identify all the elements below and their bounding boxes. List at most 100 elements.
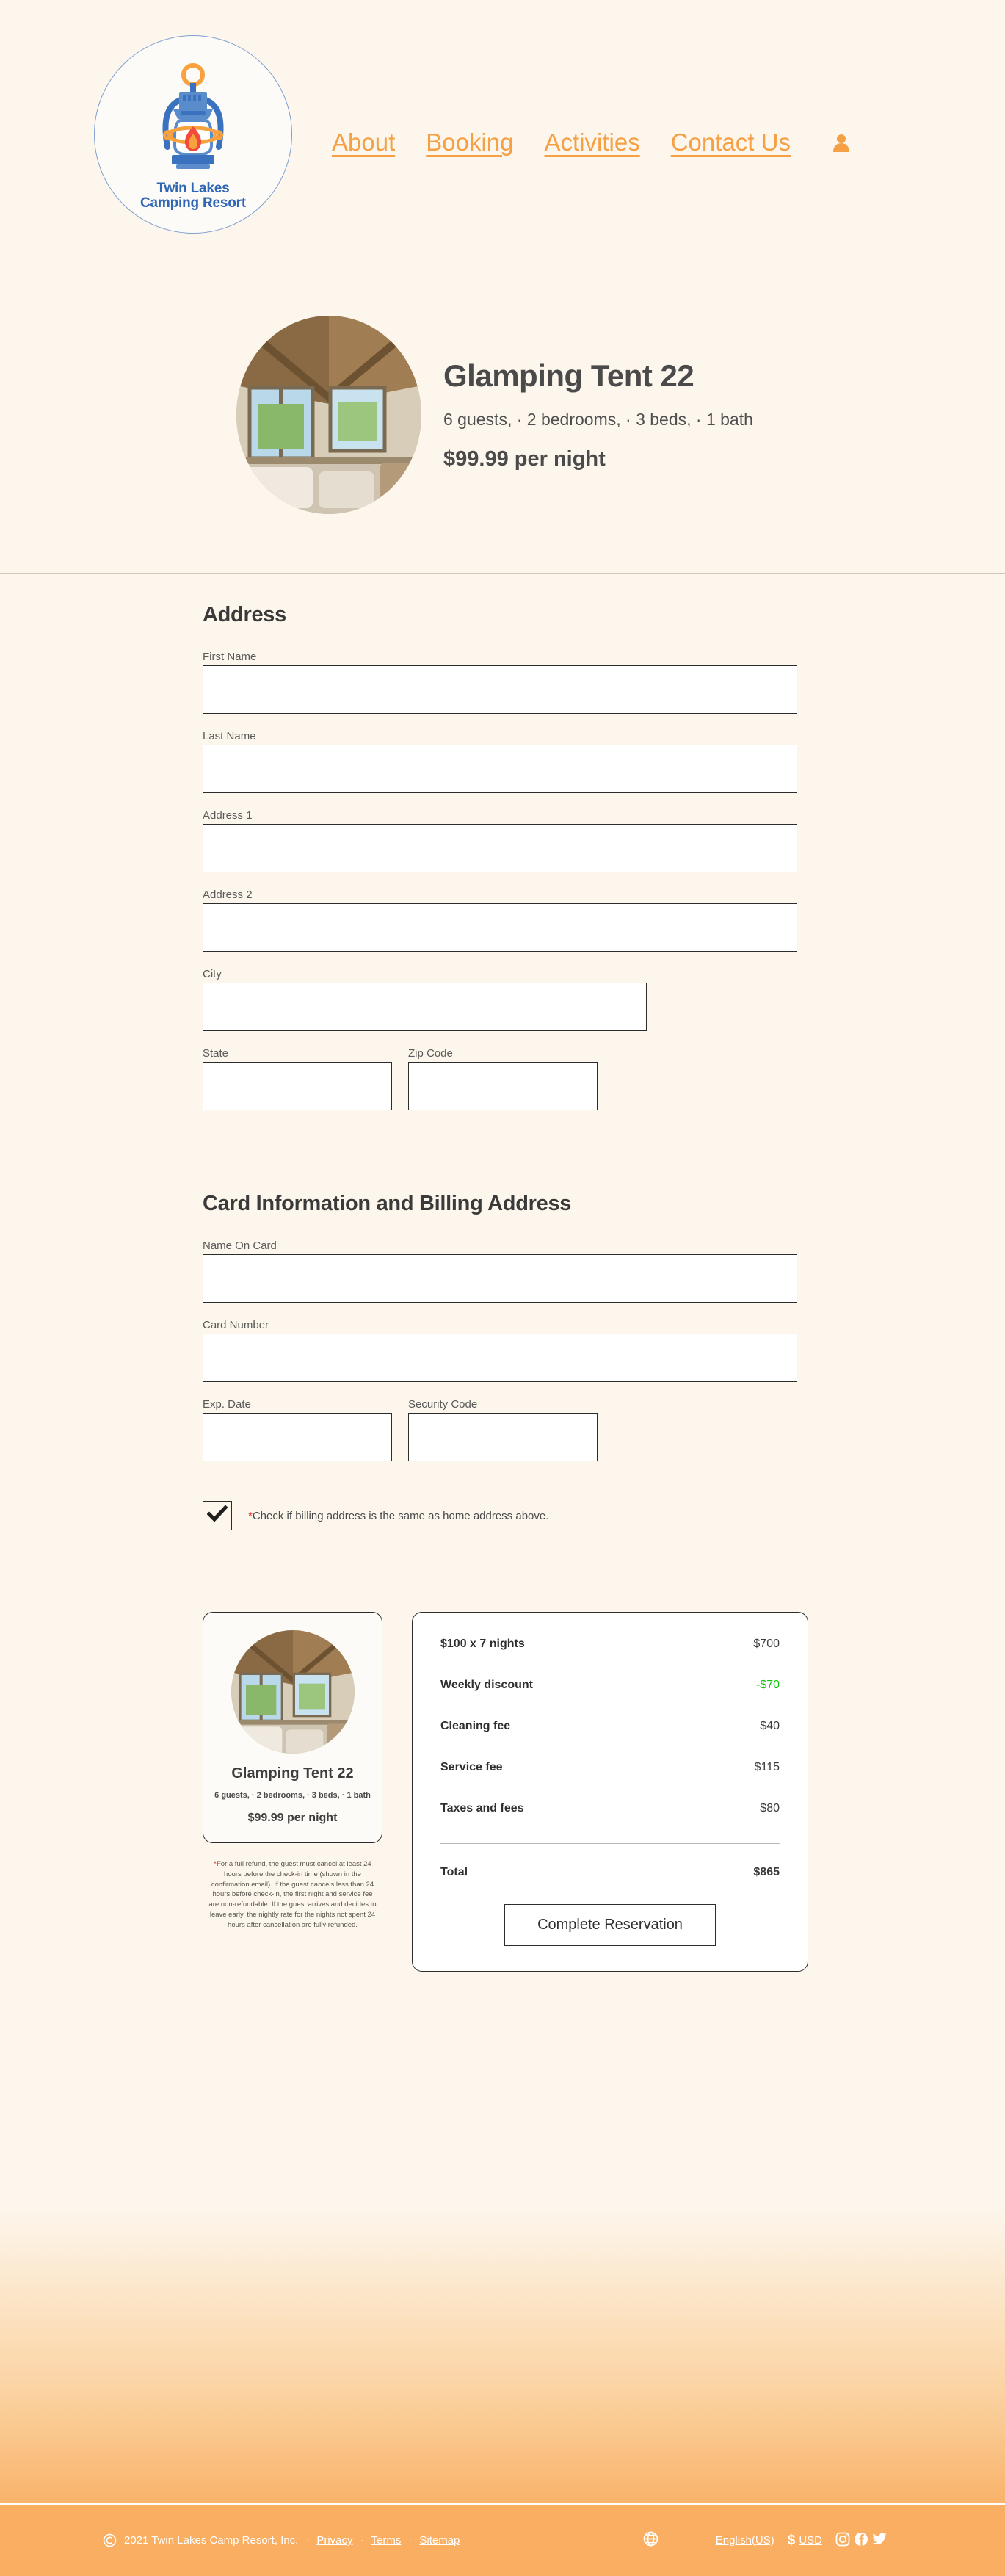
field-exp-date: Exp. Date <box>203 1398 392 1461</box>
name-on-card-input[interactable] <box>203 1254 797 1303</box>
globe-icon[interactable] <box>643 2531 658 2550</box>
main-navigation: About Booking Activities Contact Us <box>332 129 851 156</box>
footer-link-sitemap[interactable]: Sitemap <box>419 2534 460 2547</box>
site-logo[interactable]: Twin Lakes Camping Resort <box>94 35 292 234</box>
checkmark-icon <box>206 1504 228 1527</box>
price-row-value: -$70 <box>755 1679 780 1691</box>
property-photo <box>236 316 421 514</box>
security-code-input[interactable] <box>408 1413 598 1461</box>
field-security-code: Security Code <box>408 1398 598 1461</box>
price-row-value: $115 <box>754 1761 780 1773</box>
footer-link-privacy[interactable]: Privacy <box>316 2534 352 2547</box>
field-address-2: Address 2 <box>203 889 1005 952</box>
field-address-1: Address 1 <box>203 809 1005 872</box>
instagram-icon[interactable] <box>835 2532 850 2550</box>
zip-code-input[interactable] <box>408 1062 598 1110</box>
property-price: $99.99 per night <box>443 447 606 471</box>
card-number-input[interactable] <box>203 1334 797 1382</box>
reservation-summary-column: Glamping Tent 22 6 guests, · 2 bedrooms,… <box>203 1612 382 1972</box>
price-row: Service fee $115 <box>440 1761 780 1774</box>
logo-text: Twin Lakes Camping Resort <box>140 181 246 211</box>
field-zip-code: Zip Code <box>408 1047 598 1110</box>
billing-same-as-home-row: *Check if billing address is the same as… <box>203 1501 1005 1530</box>
person-icon[interactable] <box>832 132 851 153</box>
nav-item-activities[interactable]: Activities <box>545 129 640 156</box>
label-security-code: Security Code <box>408 1398 478 1411</box>
footer-language-selector[interactable]: English(US) <box>716 2534 774 2547</box>
price-row: $100 x 7 nights $700 <box>440 1638 780 1651</box>
site-footer: 2021 Twin Lakes Camp Resort, Inc. · Priv… <box>0 2503 1005 2576</box>
footer-link-terms[interactable]: Terms <box>371 2534 402 2547</box>
nav-item-contact-us[interactable]: Contact Us <box>671 129 791 156</box>
price-row: Weekly discount -$70 <box>440 1679 780 1692</box>
price-row: Cleaning fee $40 <box>440 1720 780 1733</box>
checkout-section: Glamping Tent 22 6 guests, · 2 bedrooms,… <box>0 1566 1005 2038</box>
label-zip-code: Zip Code <box>408 1047 453 1060</box>
label-first-name: First Name <box>203 651 257 663</box>
label-address-1: Address 1 <box>203 809 253 822</box>
price-row-label: Weekly discount <box>440 1679 533 1691</box>
currency-code[interactable]: USD <box>799 2534 822 2547</box>
lantern-icon <box>138 59 248 180</box>
price-divider <box>440 1843 780 1844</box>
address-section: Address First Name Last Name Address 1 A… <box>0 574 1005 1162</box>
summary-property-photo <box>231 1630 355 1754</box>
field-last-name: Last Name <box>203 730 1005 793</box>
policy-text: For a full refund, the guest must cancel… <box>208 1860 377 1929</box>
price-breakdown-card: $100 x 7 nights $700 Weekly discount -$7… <box>412 1612 808 1972</box>
field-state: State <box>203 1047 392 1110</box>
price-row-label: $100 x 7 nights <box>440 1638 525 1650</box>
background-gradient <box>0 2209 1005 2503</box>
last-name-input[interactable] <box>203 745 797 793</box>
label-state: State <box>203 1047 229 1060</box>
total-label: Total <box>440 1866 468 1878</box>
city-input[interactable] <box>203 983 647 1031</box>
footer-currency-selector[interactable]: $ USD <box>788 2533 822 2549</box>
price-row-value: $700 <box>753 1638 780 1650</box>
footer-copyright: 2021 Twin Lakes Camp Resort, Inc. <box>124 2534 299 2547</box>
state-input[interactable] <box>203 1062 392 1110</box>
price-row-label: Cleaning fee <box>440 1720 511 1732</box>
label-last-name: Last Name <box>203 730 256 742</box>
label-city: City <box>203 968 222 980</box>
field-card-number: Card Number <box>203 1319 1005 1382</box>
page-title: Glamping Tent 22 <box>443 358 694 393</box>
twitter-icon[interactable] <box>872 2532 888 2550</box>
field-name-on-card: Name On Card <box>203 1240 1005 1303</box>
nav-item-booking[interactable]: Booking <box>426 129 513 156</box>
state-zip-row: State Zip Code <box>203 1047 1005 1126</box>
label-address-2: Address 2 <box>203 889 253 901</box>
field-first-name: First Name <box>203 651 1005 714</box>
price-row-value: $80 <box>760 1802 780 1815</box>
card-section-title: Card Information and Billing Address <box>203 1192 572 1215</box>
field-city: City <box>203 968 1005 1031</box>
copyright-icon <box>103 2533 117 2547</box>
price-row-label: Taxes and fees <box>440 1802 524 1815</box>
property-hero: Glamping Tent 22 6 guests, · 2 bedrooms,… <box>0 286 1005 573</box>
site-header: Twin Lakes Camping Resort About Booking … <box>0 0 1005 286</box>
footer-separator: · <box>305 2534 310 2547</box>
label-name-on-card: Name On Card <box>203 1240 277 1252</box>
footer-separator: · <box>408 2534 413 2547</box>
first-name-input[interactable] <box>203 665 797 714</box>
billing-same-note-text: Check if billing address is the same as … <box>252 1509 549 1522</box>
price-row-total: Total $865 <box>440 1866 780 1879</box>
card-information-section: Card Information and Billing Address Nam… <box>0 1162 1005 1566</box>
address-1-input[interactable] <box>203 824 797 872</box>
label-card-number: Card Number <box>203 1319 269 1331</box>
footer-separator: · <box>360 2534 364 2547</box>
facebook-icon[interactable] <box>854 2532 868 2550</box>
price-row-value: $40 <box>760 1720 780 1732</box>
property-details: 6 guests, · 2 bedrooms, · 3 beds, · 1 ba… <box>443 410 753 429</box>
label-exp-date: Exp. Date <box>203 1398 251 1411</box>
summary-property-price: $99.99 per night <box>247 1812 338 1824</box>
exp-security-row: Exp. Date Security Code <box>203 1398 1005 1477</box>
nav-item-about[interactable]: About <box>332 129 395 156</box>
billing-same-checkbox[interactable] <box>203 1501 232 1530</box>
address-2-input[interactable] <box>203 903 797 952</box>
reservation-summary-card: Glamping Tent 22 6 guests, · 2 bedrooms,… <box>203 1612 382 1843</box>
total-value: $865 <box>753 1866 780 1878</box>
exp-date-input[interactable] <box>203 1413 392 1461</box>
complete-reservation-button[interactable]: Complete Reservation <box>504 1904 716 1946</box>
summary-property-details: 6 guests, · 2 bedrooms, · 3 beds, · 1 ba… <box>214 1791 371 1800</box>
